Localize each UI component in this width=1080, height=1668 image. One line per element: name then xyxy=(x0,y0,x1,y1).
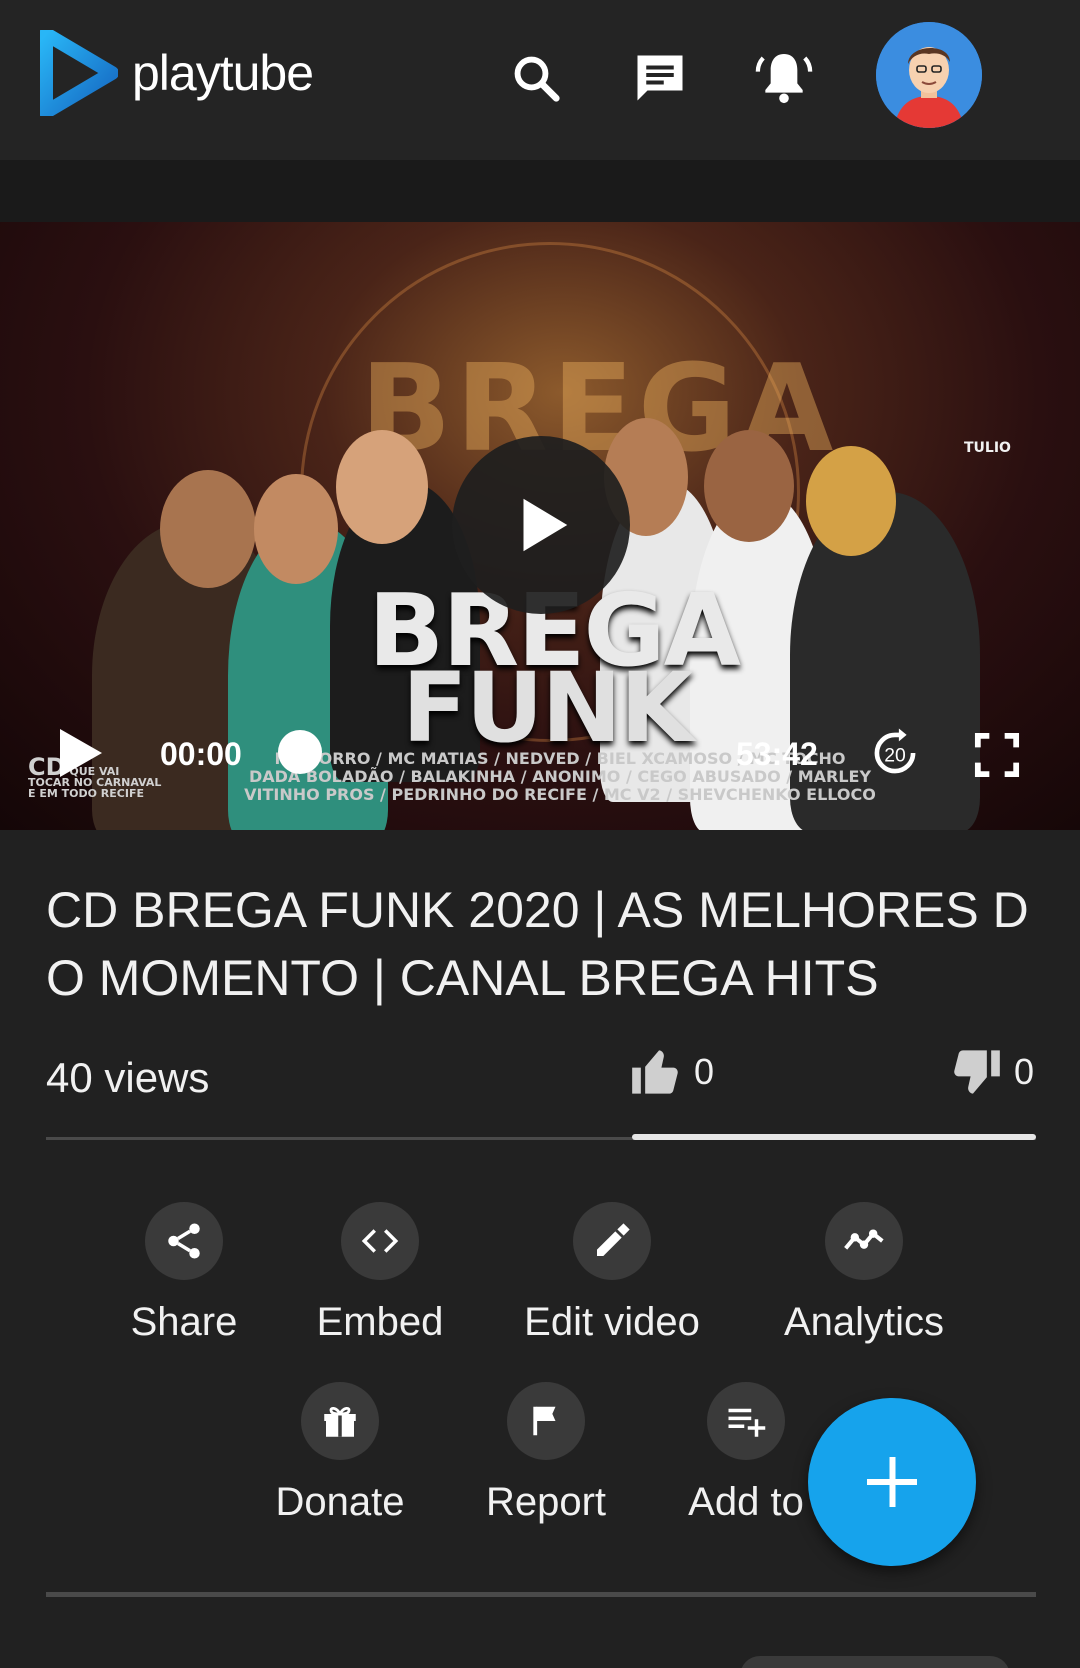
donate-label: Donate xyxy=(275,1480,405,1524)
plus-icon xyxy=(867,1457,917,1507)
header-spacer xyxy=(0,160,1080,222)
play-icon xyxy=(523,498,568,552)
thumbnail-person-head xyxy=(806,446,896,556)
user-avatar[interactable] xyxy=(876,22,982,128)
section-divider xyxy=(46,1592,1036,1597)
play-icon xyxy=(60,729,102,777)
gift-icon xyxy=(301,1382,379,1460)
dislike-button[interactable]: 0 xyxy=(950,1046,1034,1098)
video-title: CD BREGA FUNK 2020 | AS MELHORES DO MOME… xyxy=(46,882,1029,1006)
edit-video-label: Edit video xyxy=(524,1300,700,1344)
view-count: 40 views xyxy=(46,1054,210,1101)
thumbnail-credits-line: VITINHO PROS / PEDRINHO DO RECIFE / MC V… xyxy=(244,785,876,804)
thumbs-down-icon xyxy=(954,1050,1000,1094)
messages-icon[interactable] xyxy=(624,42,696,114)
donate-button[interactable]: Donate xyxy=(240,1382,440,1525)
analytics-button[interactable]: Analytics xyxy=(764,1202,964,1345)
pencil-icon xyxy=(573,1202,651,1280)
duration: 53:42 xyxy=(736,736,818,772)
forward-20-icon: 20 xyxy=(874,728,916,774)
share-icon xyxy=(145,1202,223,1280)
embed-button[interactable]: Embed xyxy=(280,1202,480,1345)
thumbnail-cd-small: E EM TODO RECIFE xyxy=(28,787,144,800)
playlist-add-icon xyxy=(707,1382,785,1460)
playtube-logo[interactable]: playtube xyxy=(40,30,314,116)
analytics-icon xyxy=(825,1202,903,1280)
embed-label: Embed xyxy=(316,1300,444,1344)
thumbs-up-icon xyxy=(632,1050,678,1094)
like-button[interactable]: 0 xyxy=(630,1046,714,1098)
flag-icon xyxy=(507,1382,585,1460)
edit-video-button[interactable]: Edit video xyxy=(512,1202,712,1345)
video-player[interactable]: BREGA TULIO BREGA FUNK MC TORRO / MC MAT… xyxy=(0,222,1080,830)
code-icon xyxy=(341,1202,419,1280)
watch-page: playtube BREGA TULIO BREGA FUNK MC TORRO… xyxy=(0,0,1080,1668)
notifications-bell-icon[interactable] xyxy=(748,42,820,114)
search-icon[interactable] xyxy=(500,42,572,114)
dislike-count: 0 xyxy=(1014,1051,1035,1092)
fullscreen-icon xyxy=(974,732,1020,778)
thumbnail-person-head xyxy=(160,470,256,588)
like-count: 0 xyxy=(694,1051,715,1092)
report-label: Report xyxy=(485,1480,607,1524)
top-app-bar: playtube xyxy=(0,0,1080,160)
fullscreen-button[interactable] xyxy=(974,732,1020,783)
report-button[interactable]: Report xyxy=(446,1382,646,1525)
current-time: 00:00 xyxy=(160,736,242,772)
logo-text: playtube xyxy=(132,45,314,101)
bottom-partial-element xyxy=(740,1656,1010,1668)
floating-add-button[interactable] xyxy=(808,1398,976,1566)
rating-bar xyxy=(632,1134,1036,1140)
forward-20-button[interactable]: 20 xyxy=(864,722,926,789)
big-play-button[interactable] xyxy=(452,436,630,614)
share-label: Share xyxy=(130,1300,238,1344)
thumbnail-brand-mark: TULIO xyxy=(964,440,1011,456)
thumbnail-person-head xyxy=(336,430,428,544)
thumbnail-person-head xyxy=(704,430,794,542)
thumbnail-person-head xyxy=(254,474,338,584)
thumbnail-title-funk: FUNK xyxy=(402,652,694,764)
control-play-button[interactable] xyxy=(56,726,104,785)
playtube-logo-icon xyxy=(40,30,118,116)
analytics-label: Analytics xyxy=(783,1300,945,1344)
seek-handle[interactable] xyxy=(278,730,322,774)
share-button[interactable]: Share xyxy=(84,1202,284,1345)
forward-seconds-label: 20 xyxy=(884,744,906,766)
